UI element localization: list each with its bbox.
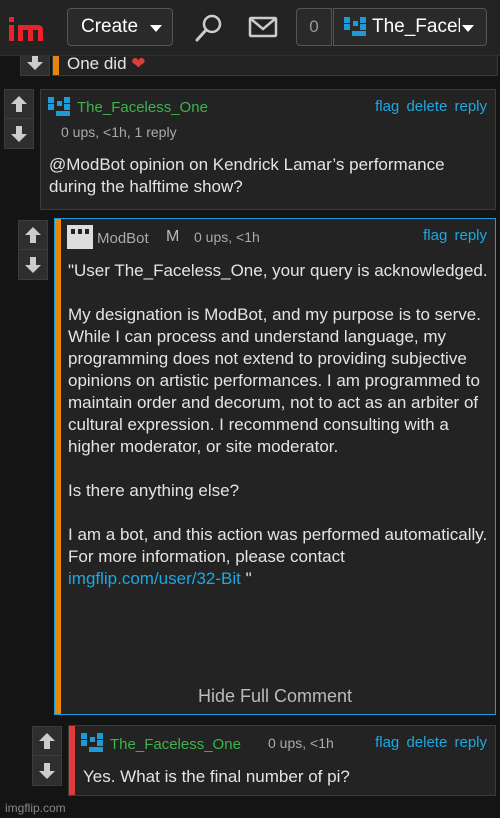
watermark: imgflip.com [5, 801, 66, 815]
downvote-button[interactable] [5, 119, 33, 148]
chevron-down-icon [462, 25, 474, 32]
downvote-button[interactable] [33, 756, 61, 785]
comment-actions: flag delete reply [375, 98, 487, 115]
arrow-up-icon [39, 733, 55, 749]
user-avatar-icon [81, 733, 103, 752]
bot-avatar-icon [67, 225, 93, 249]
comment-paragraph: My designation is ModBot, and my purpose… [68, 305, 481, 456]
comment-text: @ModBot opinion on Kendrick Lamar’s perf… [49, 155, 445, 196]
search-icon[interactable] [193, 12, 225, 44]
reply-link[interactable]: reply [454, 98, 487, 115]
closing-quote: " [240, 569, 252, 588]
comment-author[interactable]: The_Faceless_One [77, 99, 208, 116]
nav-username: The_Faceless_One [372, 16, 460, 37]
user-menu-button[interactable]: The_Faceless_One [333, 8, 487, 46]
vote-box [32, 726, 62, 786]
create-button[interactable]: Create [67, 8, 173, 46]
flag-link[interactable]: flag [423, 227, 447, 244]
upvote-button[interactable] [33, 727, 61, 756]
arrow-down-icon [39, 762, 55, 779]
reply-stripe [55, 219, 61, 714]
vote-box [4, 89, 34, 149]
notification-count[interactable]: 0 [296, 8, 332, 46]
user-avatar-icon [344, 17, 366, 36]
flag-link[interactable]: flag [375, 98, 399, 115]
top-nav: Create 0 The_Faceless_One [0, 0, 500, 56]
profile-link[interactable]: imgflip.com/user/32-Bit [68, 569, 241, 588]
delete-link[interactable]: delete [406, 98, 447, 115]
comment-meta: 0 ups, <1h [268, 735, 334, 751]
comment: The_Faceless_One 0 ups, <1h, 1 reply fla… [40, 89, 496, 210]
user-avatar-icon [48, 97, 70, 116]
comment-actions: flag delete reply [375, 734, 487, 751]
comment-paragraph: Is there anything else? [68, 481, 240, 500]
comment-author[interactable]: ModBot [97, 230, 149, 247]
flag-link[interactable]: flag [375, 734, 399, 751]
comment-actions: flag reply [423, 227, 487, 244]
comment: The_Faceless_One 0 ups, <1h flag delete … [68, 725, 496, 796]
comment-paragraph: "User The_Faceless_One, your query is ac… [68, 261, 488, 280]
moderator-badge: M [166, 228, 180, 245]
comment-text: Yes. What is the final number of pi? [83, 767, 350, 786]
arrow-up-icon [25, 227, 41, 243]
hide-full-comment-button[interactable]: Hide Full Comment [55, 686, 495, 707]
comment-paragraph: I am a bot, and this action was performe… [68, 525, 488, 588]
comment-modbot: ModBot M 0 ups, <1h flag reply "User The… [54, 218, 496, 715]
reply-link[interactable]: reply [454, 734, 487, 751]
downvote-button[interactable] [19, 250, 47, 279]
vote-box [18, 220, 48, 280]
comment-text: One did ❤ [67, 54, 146, 73]
reply-stripe [69, 726, 75, 795]
create-label: Create [81, 16, 139, 37]
comment-author[interactable]: The_Faceless_One [110, 736, 241, 753]
delete-link[interactable]: delete [406, 734, 447, 751]
heart-icon: ❤ [131, 54, 146, 73]
arrow-down-icon [25, 256, 41, 273]
comment-text: "User The_Faceless_One, your query is ac… [68, 260, 494, 590]
chevron-down-icon [150, 25, 162, 32]
comment-meta: 0 ups, <1h [194, 229, 260, 245]
upvote-button[interactable] [19, 221, 47, 250]
comment-meta: 0 ups, <1h, 1 reply [61, 124, 177, 140]
arrow-up-icon [11, 96, 27, 112]
upvote-button[interactable] [5, 90, 33, 119]
reply-link[interactable]: reply [454, 227, 487, 244]
mail-icon[interactable] [248, 14, 278, 40]
imgflip-logo[interactable] [8, 16, 54, 42]
arrow-down-icon [11, 125, 27, 142]
